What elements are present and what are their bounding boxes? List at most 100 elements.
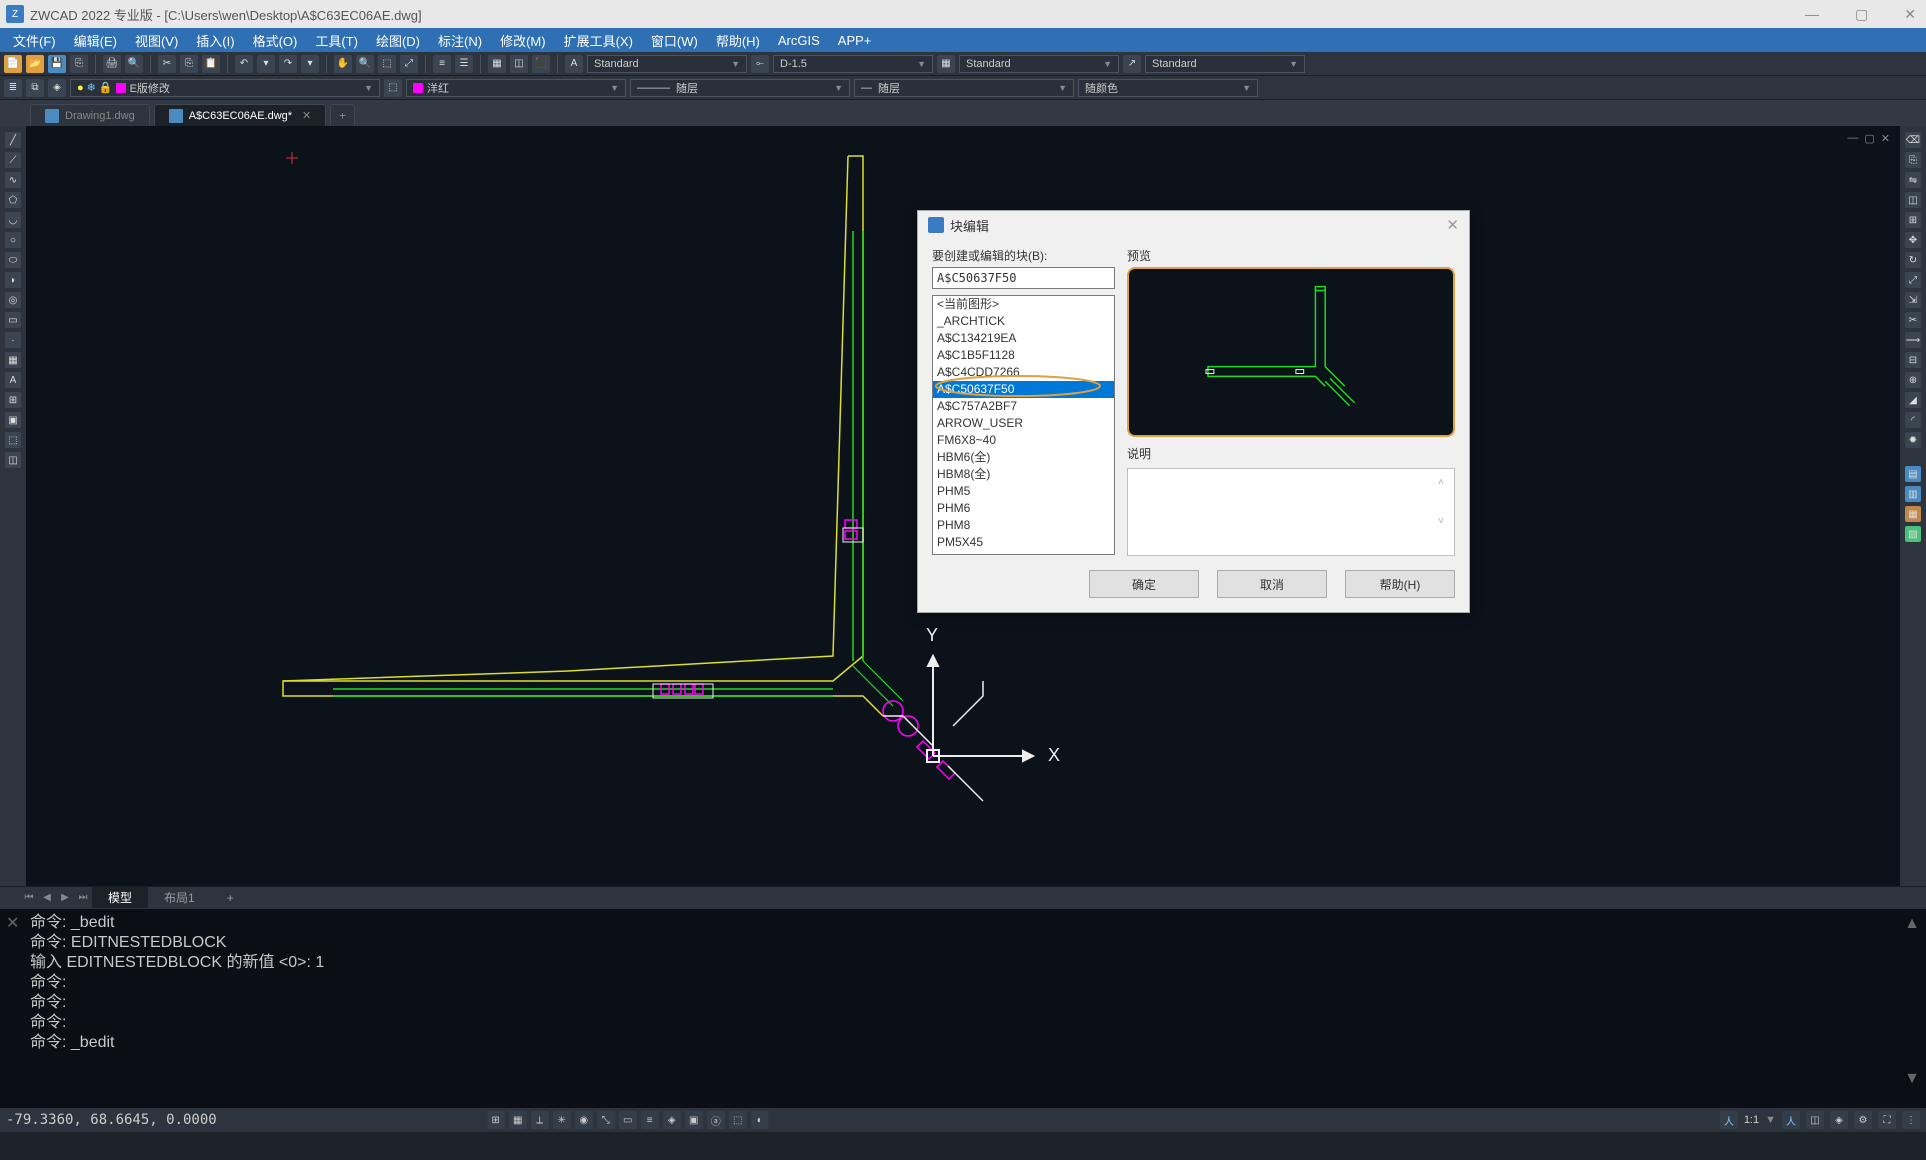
layout1-tab[interactable]: 布局1 (148, 887, 211, 909)
osnap-toggle[interactable]: ◉ (575, 1111, 593, 1129)
block-name-input[interactable] (932, 267, 1115, 289)
block-list-item[interactable]: A$C134219EA (933, 330, 1114, 347)
point-icon[interactable]: · (5, 332, 21, 348)
array-icon[interactable]: ⊞ (1905, 212, 1921, 228)
workspace-icon[interactable]: ◫ (1806, 1111, 1824, 1129)
fillet-icon[interactable]: ◜ (1905, 412, 1921, 428)
print-icon[interactable]: 🖨 (103, 55, 121, 73)
menu-item[interactable]: 编辑(E) (65, 31, 126, 50)
circle-icon[interactable]: ○ (5, 232, 21, 248)
menu-item[interactable]: 修改(M) (491, 31, 555, 50)
scroll-down-icon[interactable]: ˅ (1438, 516, 1450, 527)
menu-item[interactable]: 标注(N) (429, 31, 491, 50)
layer-manager-icon[interactable]: ≡ (433, 55, 451, 73)
plotstyle-combo[interactable]: 随颜色 ▼ (1078, 79, 1258, 97)
block-list-item[interactable]: FM6X8~40 (933, 432, 1114, 449)
model-toggle[interactable]: ▣ (685, 1111, 703, 1129)
palette3-icon[interactable]: ▦ (1905, 506, 1921, 522)
save-icon[interactable]: 💾 (48, 55, 66, 73)
open-icon[interactable]: 📂 (26, 55, 44, 73)
window-close-button[interactable]: ✕ (1900, 6, 1920, 23)
table-style-icon[interactable]: ▦ (937, 55, 955, 73)
menu-item[interactable]: 绘图(D) (367, 31, 429, 50)
scale-icon[interactable]: ⤢ (1905, 272, 1921, 288)
line-icon[interactable]: ╱ (5, 132, 21, 148)
cmdwin-close-icon[interactable]: ✕ (6, 913, 19, 933)
explode-icon[interactable]: ✹ (1905, 432, 1921, 448)
linetype-combo[interactable]: ——— 随层 ▼ (630, 79, 850, 97)
dim-style-combo[interactable]: D-1.5 ▼ (773, 55, 933, 73)
break-icon[interactable]: ⊟ (1905, 352, 1921, 368)
add-file-tab[interactable]: + (330, 104, 355, 126)
palette1-icon[interactable]: ▤ (1905, 466, 1921, 482)
donut-icon[interactable]: ◎ (5, 292, 21, 308)
scroll-up-icon[interactable]: ▲ (1904, 915, 1920, 933)
tab-nav-next-icon[interactable]: ▶ (56, 889, 74, 907)
tab-nav-first-icon[interactable]: ⏮ (20, 889, 38, 907)
palette4-icon[interactable]: ▧ (1905, 526, 1921, 542)
chamfer-icon[interactable]: ◢ (1905, 392, 1921, 408)
otrack-toggle[interactable]: ⤡ (597, 1111, 615, 1129)
polygon-icon[interactable]: ⬠ (5, 192, 21, 208)
undo-icon[interactable]: ↶ (235, 55, 253, 73)
menu-item[interactable]: 视图(V) (126, 31, 187, 50)
snap-toggle[interactable]: ⊞ (487, 1111, 505, 1129)
rectangle-icon[interactable]: ▭ (5, 312, 21, 328)
new-icon[interactable]: 📄 (4, 55, 22, 73)
zoom-icon[interactable]: 🔍 (356, 55, 374, 73)
scroll-up-icon[interactable]: ˄ (1438, 477, 1450, 488)
color-combo[interactable]: 洋红 ▼ (406, 79, 626, 97)
command-window[interactable]: ✕ ▲ ▼ 命令: _bedit命令: EDITNESTEDBLOCK输入 ED… (0, 908, 1926, 1108)
copy-icon[interactable]: ⎘ (180, 55, 198, 73)
block-list[interactable]: <当前图形>_ARCHTICKA$C134219EAA$C1B5F1128A$C… (932, 295, 1115, 555)
menu-item[interactable]: 工具(T) (306, 31, 367, 50)
polar-toggle[interactable]: ✳ (553, 1111, 571, 1129)
window-maximize-button[interactable]: ▢ (1851, 6, 1872, 23)
lineweight-combo[interactable]: — 随层 ▼ (854, 79, 1074, 97)
mleader-style-combo[interactable]: Standard ▼ (1145, 55, 1305, 73)
boundary-icon[interactable]: ⬚ (5, 432, 21, 448)
iso-icon[interactable]: ◈ (1830, 1111, 1848, 1129)
cut-icon[interactable]: ✂ (158, 55, 176, 73)
pan-icon[interactable]: ✋ (334, 55, 352, 73)
quick-toggle[interactable]: ⬚ (729, 1111, 747, 1129)
menu-item[interactable]: 帮助(H) (707, 31, 769, 50)
mleader-style-icon[interactable]: ↗ (1123, 55, 1141, 73)
scale-dropdown-icon[interactable]: ▼ (1765, 1114, 1776, 1126)
mirror-icon[interactable]: ⇋ (1905, 172, 1921, 188)
layer-combo[interactable]: ● ❄ 🔒 E版修改 ▼ (70, 79, 380, 97)
window-minimize-button[interactable]: — (1801, 6, 1823, 23)
block-list-item[interactable]: PM5X45 (933, 534, 1114, 551)
hatch-tool-icon[interactable]: ▦ (5, 352, 21, 368)
block-list-item[interactable]: A$C4CDD7266 (933, 364, 1114, 381)
anno-vis-icon[interactable]: 人 (1782, 1111, 1800, 1129)
hw-accel-icon[interactable]: ⚙ (1854, 1111, 1872, 1129)
viewport-close-button[interactable]: ✕ (1881, 132, 1890, 145)
file-tab[interactable]: Drawing1.dwg (30, 104, 150, 126)
dyn-toggle[interactable]: ▭ (619, 1111, 637, 1129)
redo-dropdown-icon[interactable]: ▾ (301, 55, 319, 73)
menu-item[interactable]: 格式(O) (244, 31, 307, 50)
model-tab[interactable]: 模型 (92, 887, 148, 909)
dim-style-icon[interactable]: ⟜ (751, 55, 769, 73)
ok-button[interactable]: 确定 (1089, 570, 1199, 598)
trans-toggle[interactable]: ◐ (751, 1111, 769, 1129)
cancel-button[interactable]: 取消 (1217, 570, 1327, 598)
block-list-item[interactable]: PHM5 (933, 483, 1114, 500)
properties-icon[interactable]: ☰ (455, 55, 473, 73)
dialog-titlebar[interactable]: 块编辑 ✕ (918, 211, 1469, 239)
block-list-item[interactable]: PHM6 (933, 500, 1114, 517)
block-make-icon[interactable]: ◫ (5, 452, 21, 468)
anno-toggle[interactable]: ⓐ (707, 1111, 725, 1129)
viewport-maximize-button[interactable]: ▢ (1864, 132, 1874, 145)
customize-icon[interactable]: ⋮ (1902, 1111, 1920, 1129)
menu-item[interactable]: ArcGIS (769, 33, 829, 48)
tab-nav-last-icon[interactable]: ⏭ (74, 889, 92, 907)
text-style-combo[interactable]: Standard ▼ (587, 55, 747, 73)
clean-screen-icon[interactable]: ⛶ (1878, 1111, 1896, 1129)
join-icon[interactable]: ⊕ (1905, 372, 1921, 388)
saveas-icon[interactable]: ⎘ (70, 55, 88, 73)
ortho-toggle[interactable]: ⟂ (531, 1111, 549, 1129)
block-list-item[interactable]: PHM8 (933, 517, 1114, 534)
text-icon[interactable]: A (5, 372, 21, 388)
